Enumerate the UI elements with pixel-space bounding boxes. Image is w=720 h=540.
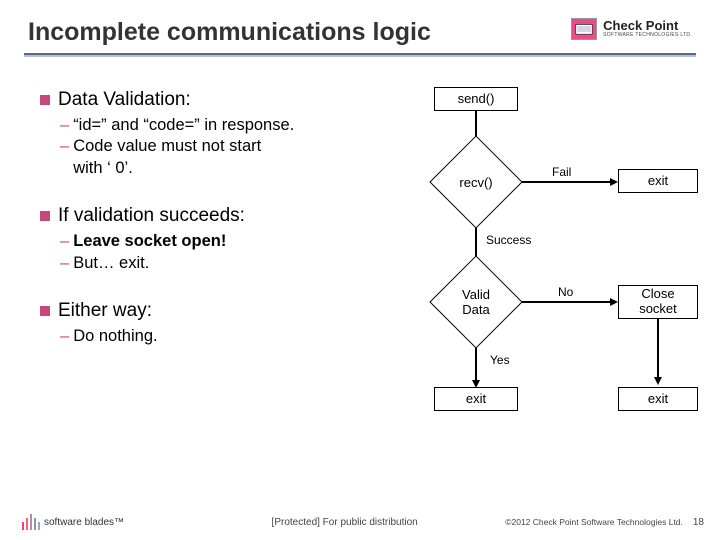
bullet-3: Either way:: [40, 300, 368, 322]
bullet-1: Data Validation:: [40, 89, 368, 111]
node-send: send(): [434, 87, 518, 111]
flowchart: send() recv() Fail exit Success Valid Da…: [374, 87, 706, 447]
bars-icon: [22, 514, 40, 530]
arrowhead-icon: [654, 377, 662, 385]
bullet-1-sub-2: –Code value must not startwith ‘ 0’.: [60, 136, 368, 179]
arrowhead-icon: [610, 298, 618, 306]
software-blades-logo: software blades™: [22, 514, 124, 530]
square-bullet-icon: [40, 211, 50, 221]
bullet-2-head: If validation succeeds:: [58, 205, 245, 227]
node-recv: [429, 135, 522, 228]
edge-valid-yes: [475, 348, 477, 382]
edge-close-exit: [657, 319, 659, 379]
arrowhead-icon: [610, 178, 618, 186]
square-bullet-icon: [40, 95, 50, 105]
bullet-1-sub-1: –“id=” and “code=” in response.: [60, 115, 368, 136]
edge-label-fail: Fail: [552, 165, 571, 179]
edge-label-no: No: [558, 285, 573, 299]
bullet-1-head: Data Validation:: [58, 89, 191, 111]
node-exit-close: exit: [618, 387, 698, 411]
edge-label-success: Success: [486, 233, 531, 247]
content: Data Validation: –“id=” and “code=” in r…: [0, 57, 720, 447]
edge-valid-no: [522, 301, 612, 303]
sw-text: software blades™: [44, 517, 124, 528]
bullet-list: Data Validation: –“id=” and “code=” in r…: [40, 87, 368, 447]
node-close: Close socket: [618, 285, 698, 319]
bullet-2: If validation succeeds:: [40, 205, 368, 227]
page-title: Incomplete communications logic: [28, 18, 431, 47]
logo-sub-text: SOFTWARE TECHNOLOGIES LTD.: [603, 33, 692, 39]
footer: software blades™ [Protected] For public …: [0, 514, 720, 530]
edge-label-yes: Yes: [490, 353, 510, 367]
bullet-3-head: Either way:: [58, 300, 152, 322]
edge-recv-fail: [522, 181, 612, 183]
logo-main-text: Check Point: [603, 19, 692, 33]
page-number: 18: [693, 517, 704, 528]
square-bullet-icon: [40, 306, 50, 316]
copyright: ©2012 Check Point Software Technologies …: [505, 517, 683, 527]
header: Incomplete communications logic Check Po…: [0, 0, 720, 47]
bullet-3-sub-1: –Do nothing.: [60, 326, 368, 347]
classification-label: [Protected] For public distribution: [272, 517, 418, 528]
bullet-2-sub-2: –But… exit.: [60, 253, 368, 274]
bullet-2-sub-1: –Leave socket open!: [60, 231, 368, 252]
node-valid: [429, 255, 522, 348]
node-exit-yes: exit: [434, 387, 518, 411]
checkpoint-icon: [571, 18, 597, 40]
node-exit-fail: exit: [618, 169, 698, 193]
brand-logo: Check Point SOFTWARE TECHNOLOGIES LTD.: [571, 18, 692, 40]
